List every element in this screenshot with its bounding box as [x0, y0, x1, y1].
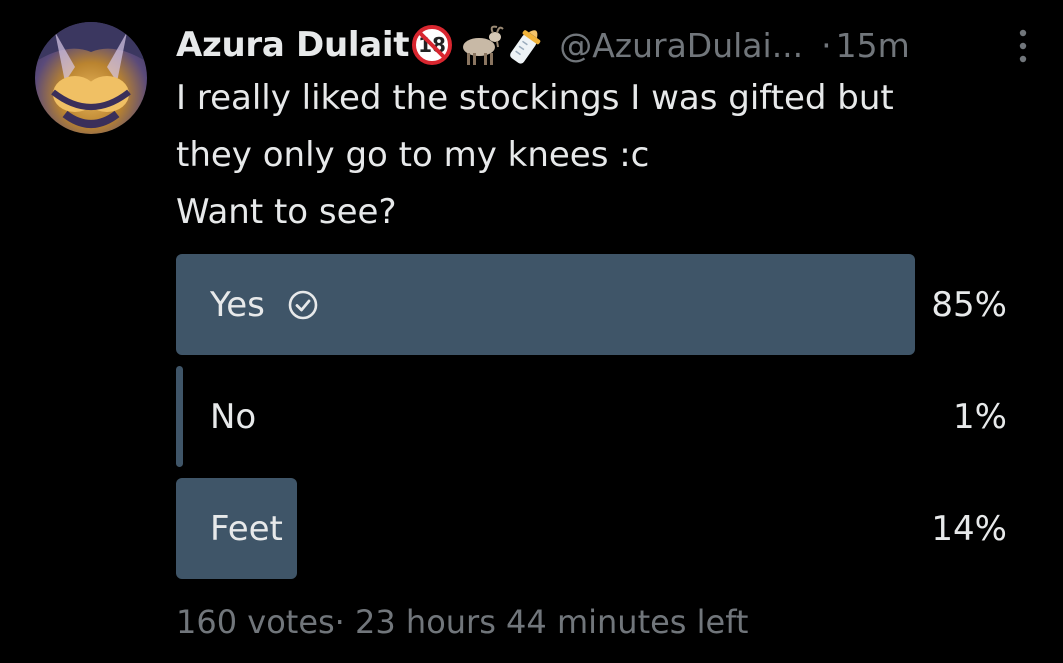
tweet-text: I really liked the stockings I was gifte…	[176, 70, 1036, 241]
baby-bottle-icon	[510, 30, 541, 64]
poll-option-label: Yes	[210, 284, 265, 325]
no-under-18-icon: 18	[412, 25, 453, 65]
separator-dot: ·	[821, 25, 832, 65]
goat-icon	[463, 25, 504, 65]
check-circle-icon	[287, 289, 319, 321]
poll-result-bar	[176, 366, 183, 467]
poll-option-yes[interactable]: Yes 85%	[176, 254, 1011, 355]
poll-option-feet[interactable]: Feet 14%	[176, 478, 1011, 579]
timestamp[interactable]: 15m	[836, 26, 910, 65]
more-options-icon[interactable]	[1013, 28, 1033, 64]
user-handle[interactable]: @AzuraDulai...	[559, 26, 803, 65]
poll-option-no[interactable]: No 1%	[176, 366, 1011, 467]
tweet-text-line: Want to see?	[176, 192, 397, 232]
poll-option-percent: 85%	[931, 284, 1007, 325]
display-name[interactable]: Azura Dulait	[176, 25, 410, 65]
tweet-text-line: I really liked the stockings I was gifte…	[176, 78, 894, 118]
poll-option-percent: 1%	[953, 396, 1007, 437]
name-emojis: 18	[411, 22, 545, 68]
poll-option-label: Feet	[210, 508, 283, 549]
avatar-artwork	[35, 22, 147, 128]
avatar[interactable]	[35, 22, 147, 134]
tweet-header: Azura Dulait 18	[176, 18, 910, 72]
poll: Yes 85% No 1% Feet 14%	[176, 254, 1011, 590]
tweet-text-line: they only go to my knees :c	[176, 135, 650, 175]
poll-option-percent: 14%	[931, 508, 1007, 549]
poll-option-label: No	[210, 396, 257, 437]
poll-footer: 160 votes· 23 hours 44 minutes left	[176, 603, 749, 641]
